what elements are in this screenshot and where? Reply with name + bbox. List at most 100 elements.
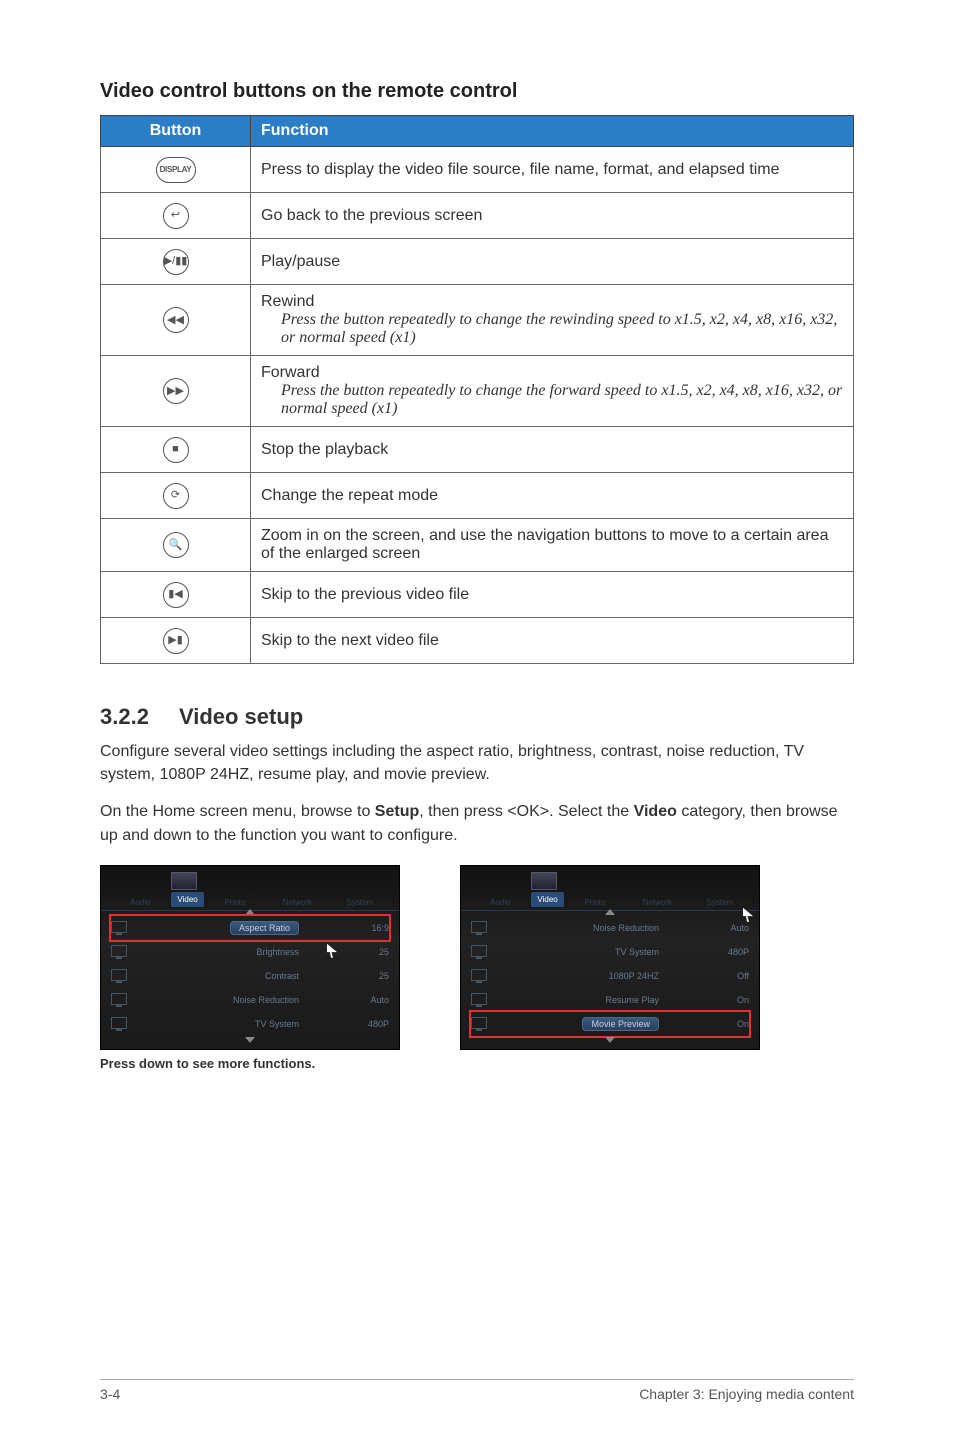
arrow-down-icon [605,1037,615,1043]
menu-item-icon [471,921,491,935]
function-cell: Press to display the video file source, … [251,147,854,193]
button-icon-cell: ▶▶ [101,356,251,427]
page-number: 3-4 [100,1386,120,1402]
para-2: On the Home screen menu, browse to Setup… [100,800,854,846]
screenshot-1: Audio Video Photo Network System Aspect … [100,865,400,1050]
menu-item-value: On [699,1019,749,1029]
menu-item-icon [111,969,131,983]
screenshot-1-caption: Press down to see more functions. [100,1056,400,1071]
function-cell: Go back to the previous screen [251,193,854,239]
tab-audio: Audio [469,898,531,907]
button-icon-cell: ▶▮ [101,618,251,664]
para2-bold-video: Video [634,803,677,820]
menu-item: Noise ReductionAuto [111,988,389,1012]
tab-video: Video [171,892,203,907]
menu-rows-1: Aspect Ratio16:9Brightness25Contrast25No… [111,916,389,1036]
function-cell: ForwardPress the button repeatedly to ch… [251,356,854,427]
menu-item-icon [471,945,491,959]
remote-button-icon: ▶▶ [163,378,189,404]
remote-button-icon: ↩ [163,203,189,229]
menu-item-label: TV System [159,1019,339,1029]
screenshot-2-wrap: Audio Video Photo Network System Noise R… [460,865,760,1050]
tab-network: Network [266,898,328,907]
function-cell: RewindPress the button repeatedly to cha… [251,285,854,356]
remote-button-icon: ■ [163,437,189,463]
function-cell: Zoom in on the screen, and use the navig… [251,519,854,572]
table-row: ⟳ Change the repeat mode [101,473,854,519]
tab-network: Network [626,898,688,907]
table-row: ▶▶ ForwardPress the button repeatedly to … [101,356,854,427]
button-icon-cell: ▮◀ [101,572,251,618]
para2-text2: , then press <OK>. Select the [419,803,633,820]
tv-icon [531,872,557,890]
menu-item-label: TV System [519,947,699,957]
table-row: DISPLAY Press to display the video file s… [101,147,854,193]
menu-item-icon [471,1017,491,1031]
menu-item-label: Contrast [159,971,339,981]
menu-item-label: Noise Reduction [519,923,699,933]
tv-icon [171,872,197,890]
table-row: ▶/▮▮Play/pause [101,239,854,285]
menu-item-label: Noise Reduction [159,995,339,1005]
remote-button-icon: ▶/▮▮ [163,249,189,275]
para-1: Configure several video settings includi… [100,740,854,786]
button-icon-cell: ▶/▮▮ [101,239,251,285]
para2-bold-setup: Setup [375,803,419,820]
menu-item: Resume PlayOn [471,988,749,1012]
menu-item-value: Off [699,971,749,981]
table-row: 🔍 Zoom in on the screen, and use the navi… [101,519,854,572]
screenshot-1-wrap: Audio Video Photo Network System Aspect … [100,865,400,1071]
menu-item: Noise ReductionAuto [471,916,749,940]
arrow-down-icon [245,1037,255,1043]
menu-item-icon [111,945,131,959]
subsection-heading: 3.2.2 Video setup [100,704,854,730]
menu-item: TV System480P [111,1012,389,1036]
menu-item-label: Brightness [159,947,339,957]
menu-item-value: 25 [339,947,389,957]
tab-photo: Photo [204,898,266,907]
menu-item-label: Movie Preview [519,1017,699,1031]
remote-button-icon: 🔍 [163,532,189,558]
table-row: ■ Stop the playback [101,427,854,473]
para2-text: On the Home screen menu, browse to [100,803,375,820]
tab-audio: Audio [109,898,171,907]
tab-photo: Photo [564,898,626,907]
menu-item: TV System480P [471,940,749,964]
tab-video: Video [531,892,563,907]
remote-button-icon: ◀◀ [163,307,189,333]
function-cell: Skip to the previous video file [251,572,854,618]
menu-item: Contrast25 [111,964,389,988]
function-note: Press the button repeatedly to change th… [281,382,843,418]
menu-item-value: Auto [339,995,389,1005]
menu-item-icon [111,993,131,1007]
table-row: ▶▮Skip to the next video file [101,618,854,664]
menu-item: Movie PreviewOn [471,1012,749,1036]
button-icon-cell: ⟳ [101,473,251,519]
menu-item: Aspect Ratio16:9 [111,916,389,940]
menu-item-value: 480P [339,1019,389,1029]
function-text: Forward [261,364,843,382]
remote-button-icon: ▮◀ [163,582,189,608]
menu-rows-2: Noise ReductionAutoTV System480P1080P 24… [471,916,749,1036]
th-function: Function [251,116,854,147]
menu-item: Brightness25 [111,940,389,964]
menu-item: 1080P 24HZOff [471,964,749,988]
remote-button-icon: DISPLAY [156,157,196,183]
function-cell: Stop the playback [251,427,854,473]
screenshot-2: Audio Video Photo Network System Noise R… [460,865,760,1050]
menu-item-icon [471,993,491,1007]
button-icon-cell: 🔍 [101,519,251,572]
tab-system: System [689,898,751,907]
menu-item-icon [471,969,491,983]
tab-system: System [329,898,391,907]
function-cell: Change the repeat mode [251,473,854,519]
menu-item-value: 480P [699,947,749,957]
chapter-label: Chapter 3: Enjoying media content [639,1386,854,1402]
page-footer: 3-4 Chapter 3: Enjoying media content [100,1379,854,1402]
remote-button-icon: ⟳ [163,483,189,509]
table-row: ◀◀ RewindPress the button repeatedly to c… [101,285,854,356]
menu-item-value: 16:9 [339,923,389,933]
remote-button-icon: ▶▮ [163,628,189,654]
function-text: Rewind [261,293,843,311]
menu-item-icon [111,921,131,935]
